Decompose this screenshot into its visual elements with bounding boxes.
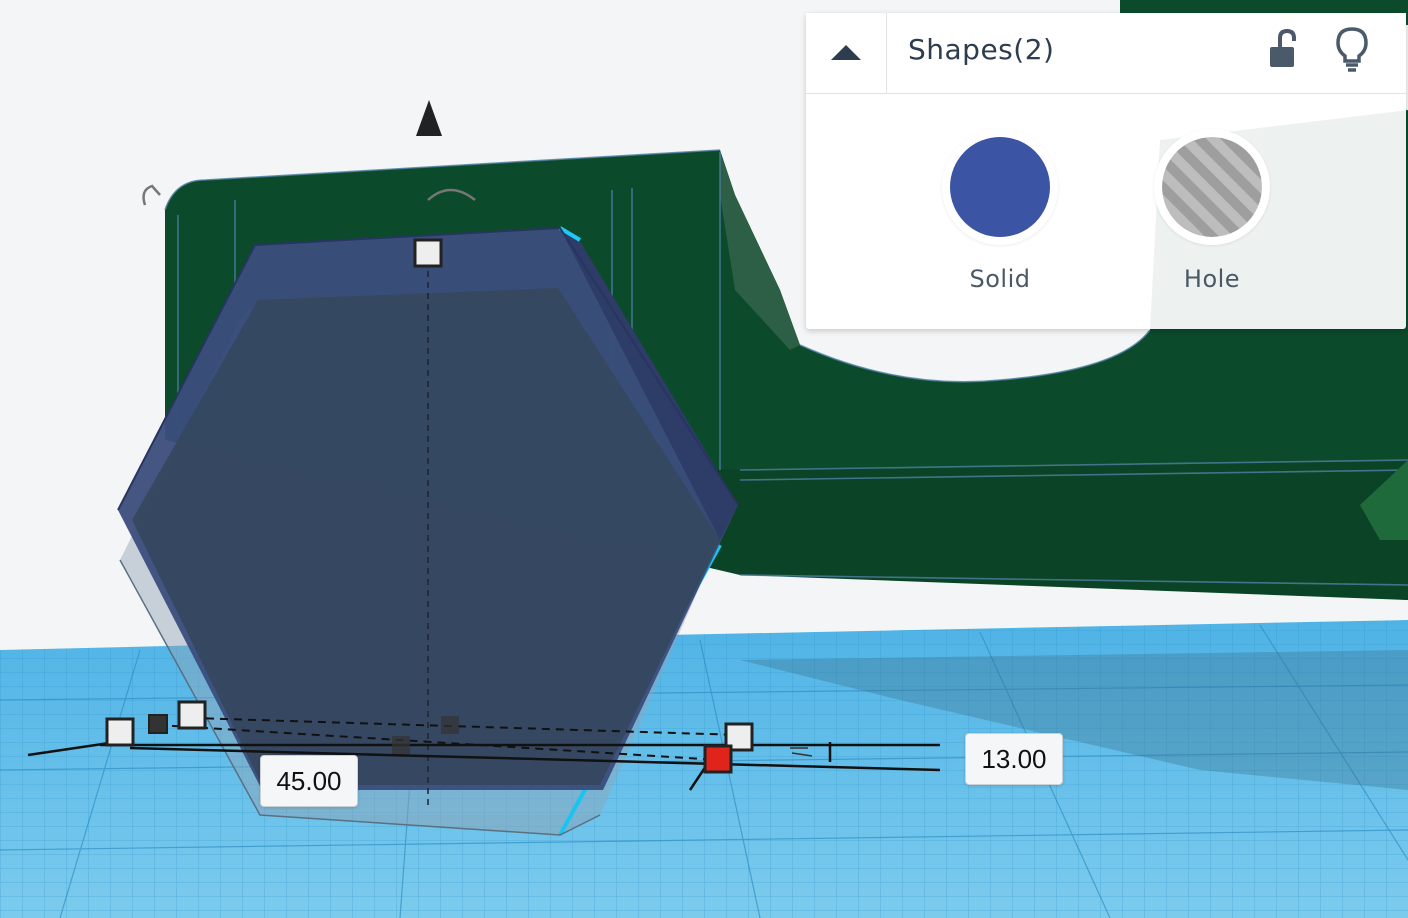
solid-color-icon xyxy=(950,137,1050,237)
shape-inspector-panel: Shapes(2) Solid Hole xyxy=(806,13,1406,329)
solid-label: Solid xyxy=(969,265,1031,293)
lock-button[interactable] xyxy=(1266,27,1302,71)
corner-handle-active[interactable] xyxy=(703,744,733,774)
hole-stripes-icon xyxy=(1162,137,1262,237)
collapse-button[interactable] xyxy=(806,13,887,93)
inspector-title: Shapes(2) xyxy=(908,33,1055,66)
solid-swatch[interactable] xyxy=(942,129,1058,245)
corner-handle-back-left[interactable] xyxy=(177,700,207,730)
corner-handle-left[interactable] xyxy=(105,717,135,747)
top-height-handle[interactable] xyxy=(413,238,443,268)
hole-label: Hole xyxy=(1183,265,1241,293)
width-dimension-input[interactable]: 45.00 xyxy=(260,755,358,807)
solid-option[interactable]: Solid xyxy=(940,129,1060,293)
hole-swatch[interactable] xyxy=(1154,129,1270,245)
caret-up-icon xyxy=(831,45,861,60)
edge-handle-left[interactable] xyxy=(148,714,168,734)
unlock-icon xyxy=(1270,28,1296,67)
edge-handle-mid[interactable] xyxy=(441,716,459,734)
hole-option[interactable]: Hole xyxy=(1152,129,1272,293)
depth-dimension-input[interactable]: 13.00 xyxy=(965,733,1063,785)
inspector-header: Shapes(2) xyxy=(806,13,1406,94)
edge-handle-front[interactable] xyxy=(392,736,410,754)
lightbulb-icon xyxy=(1336,27,1368,72)
lightbulb-button[interactable] xyxy=(1332,25,1372,73)
